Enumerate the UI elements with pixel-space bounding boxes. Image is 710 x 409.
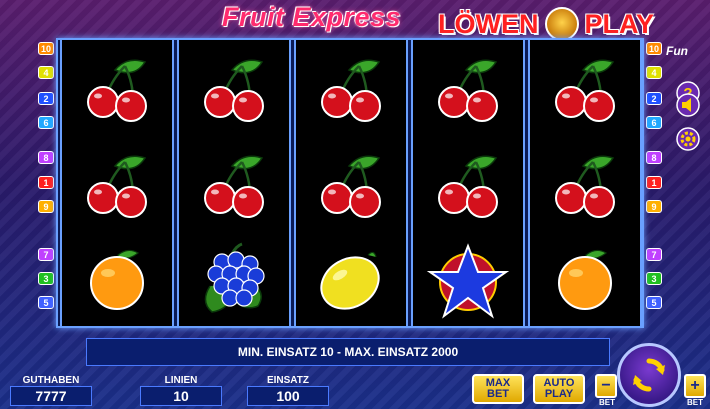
cherry-symbol (296, 136, 406, 231)
cherry-symbol (413, 136, 523, 231)
payline-badge: 3 (38, 272, 54, 285)
payline-badge: 5 (646, 296, 662, 309)
payline-badge: 5 (38, 296, 54, 309)
bet-plus-button[interactable]: + (684, 374, 706, 398)
reel-area (56, 38, 644, 328)
bet-minus-button[interactable]: − (595, 374, 617, 398)
bet-minus-label: BET (599, 398, 615, 407)
reel-3 (294, 40, 408, 326)
bet-label: EINSATZ (266, 375, 310, 386)
spin-arrows-icon (633, 358, 665, 392)
payline-badge: 3 (646, 272, 662, 285)
cherry-symbol (296, 40, 406, 135)
orange-icon (558, 249, 612, 310)
cherry-icon (555, 155, 615, 218)
orange-icon (90, 249, 144, 310)
gear-icon (676, 127, 700, 151)
sound-button[interactable] (673, 90, 703, 120)
cherry-icon (555, 59, 615, 122)
lemon-symbol (296, 232, 406, 327)
auto-play-button[interactable]: AUTO PLAY (533, 374, 585, 404)
max-bet-line2: BET (487, 388, 509, 400)
bet-plus-label: BET (687, 398, 703, 407)
payline-badge: 7 (38, 248, 54, 261)
cherry-icon (438, 155, 498, 218)
grapes-symbol (179, 232, 289, 327)
logo-word-right: PLAY (584, 8, 655, 39)
payline-badge: 1 (646, 176, 662, 189)
cherry-icon (204, 155, 264, 218)
game-title: Fruit Express (222, 2, 402, 32)
auto-play-line2: PLAY (544, 388, 574, 400)
cherry-symbol (62, 40, 172, 135)
payline-badge: 4 (646, 66, 662, 79)
cherry-icon (321, 155, 381, 218)
cherry-symbol (530, 136, 640, 231)
payline-badge: 9 (646, 200, 662, 213)
logo-word-left: LÖWEN (438, 8, 539, 39)
cherry-symbol (530, 40, 640, 135)
cherry-icon (204, 59, 264, 122)
star-icon (426, 242, 510, 319)
logo-fun-text: Fun (666, 44, 688, 58)
cherry-symbol (179, 136, 289, 231)
payline-badge: 1 (38, 176, 54, 189)
cherry-symbol (62, 136, 172, 231)
payline-badge: 8 (646, 151, 662, 164)
cherry-icon (87, 155, 147, 218)
payline-badge: 2 (38, 92, 54, 105)
cherry-symbol (413, 40, 523, 135)
reel-4 (411, 40, 525, 326)
bet-range-info: MIN. EINSATZ 10 - MAX. EINSATZ 2000 (86, 338, 610, 366)
grapes-icon (204, 242, 265, 313)
payline-badge: 10 (646, 42, 662, 55)
lemon-icon (320, 251, 380, 310)
reel-1 (60, 40, 174, 326)
brand-logo: LÖWEN PLAY (438, 6, 654, 42)
payline-badge: 2 (646, 92, 662, 105)
cherry-icon (87, 59, 147, 122)
payline-badge: 8 (38, 151, 54, 164)
lion-icon (544, 7, 579, 41)
payline-badge: 4 (38, 66, 54, 79)
payline-badge: 10 (38, 42, 54, 55)
orange-symbol (62, 232, 172, 327)
lines-label: LINIEN (164, 375, 198, 386)
max-bet-button[interactable]: MAX BET (472, 374, 524, 404)
lines-value: 10 (140, 386, 222, 406)
star-symbol (413, 232, 523, 327)
reel-5 (528, 40, 642, 326)
settings-button[interactable] (673, 124, 703, 154)
speaker-icon (676, 93, 700, 117)
orange-symbol (530, 232, 640, 327)
bet-value: 100 (247, 386, 329, 406)
balance-value: 7777 (10, 386, 92, 406)
balance-label: GUTHABEN (22, 375, 80, 386)
payline-badge: 6 (646, 116, 662, 129)
payline-badge: 9 (38, 200, 54, 213)
payline-badge: 7 (646, 248, 662, 261)
cherry-icon (321, 59, 381, 122)
cherry-icon (438, 59, 498, 122)
spin-button[interactable] (617, 343, 681, 407)
cherry-symbol (179, 40, 289, 135)
reel-2 (177, 40, 291, 326)
payline-badge: 6 (38, 116, 54, 129)
